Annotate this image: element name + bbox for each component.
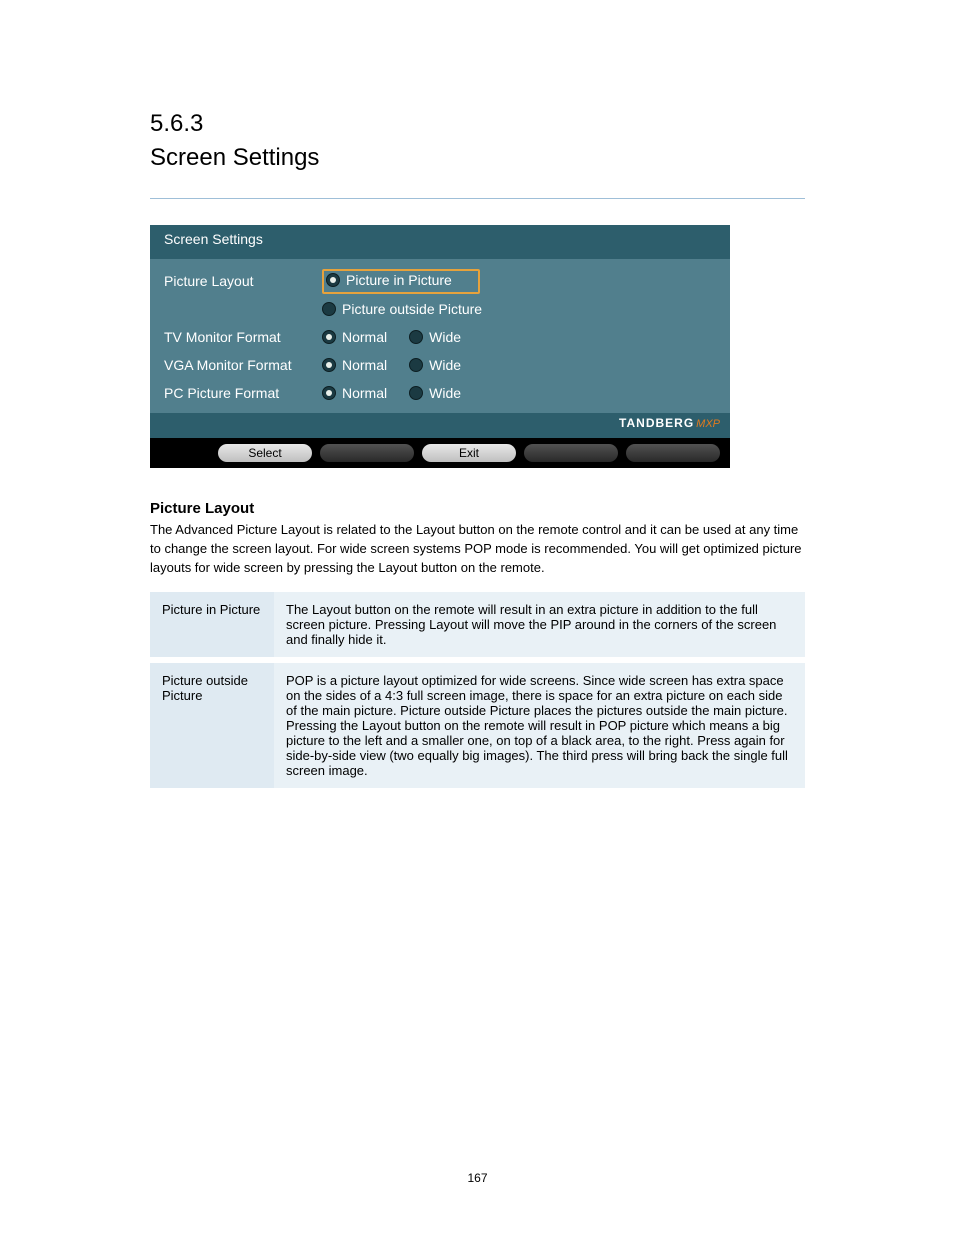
radio-dot-icon xyxy=(322,386,336,400)
screen-settings-screenshot: Screen Settings Picture Layout Picture i… xyxy=(150,225,730,468)
select-button[interactable]: Select xyxy=(218,444,312,462)
radio-label: Normal xyxy=(342,357,387,373)
button-bar: Select Exit xyxy=(150,438,730,468)
paragraph-picture-layout: The Advanced Picture Layout is related t… xyxy=(150,521,805,578)
radio-label: Picture outside Picture xyxy=(342,301,482,317)
setting-label-pc-picture-format: PC Picture Format xyxy=(164,385,322,401)
radio-dot-icon xyxy=(409,386,423,400)
radio-tv-wide[interactable]: Wide xyxy=(409,329,461,345)
radio-dot-icon xyxy=(409,358,423,372)
radio-dot-icon xyxy=(322,302,336,316)
page-number: 167 xyxy=(150,1171,805,1185)
radio-label: Wide xyxy=(429,357,461,373)
section-title: Screen Settings xyxy=(150,144,805,172)
section-number: 5.6.3 xyxy=(150,110,805,138)
radio-label: Normal xyxy=(342,385,387,401)
table-cell-desc: POP is a picture layout optimized for wi… xyxy=(274,660,805,791)
subheading-picture-layout: Picture Layout xyxy=(150,500,805,517)
radio-pc-wide[interactable]: Wide xyxy=(409,385,461,401)
table-cell-name: Picture outside Picture xyxy=(150,660,274,791)
radio-dot-icon xyxy=(409,330,423,344)
table-row: Picture outside Picture POP is a picture… xyxy=(150,660,805,791)
radio-picture-outside-picture[interactable]: Picture outside Picture xyxy=(322,301,482,317)
table-cell-desc: The Layout button on the remote will res… xyxy=(274,592,805,660)
setting-label-picture-layout: Picture Layout xyxy=(164,273,322,289)
radio-label: Wide xyxy=(429,385,461,401)
setting-label-vga-monitor-format: VGA Monitor Format xyxy=(164,357,322,373)
radio-dot-icon xyxy=(322,330,336,344)
radio-vga-normal[interactable]: Normal xyxy=(322,357,387,373)
brand-suffix: MXP xyxy=(696,418,720,430)
table-cell-name: Picture in Picture xyxy=(150,592,274,660)
radio-pc-normal[interactable]: Normal xyxy=(322,385,387,401)
dialog-title: Screen Settings xyxy=(150,225,730,259)
setting-label-tv-monitor-format: TV Monitor Format xyxy=(164,329,322,345)
table-row: Picture in Picture The Layout button on … xyxy=(150,592,805,660)
pill-empty xyxy=(524,444,618,462)
brand-name: TANDBERG xyxy=(619,416,694,430)
radio-dot-icon xyxy=(326,273,340,287)
radio-label: Picture in Picture xyxy=(346,272,452,288)
brand-bar: TANDBERGMXP xyxy=(150,413,730,438)
divider xyxy=(150,198,805,199)
pill-empty xyxy=(626,444,720,462)
radio-vga-wide[interactable]: Wide xyxy=(409,357,461,373)
radio-tv-normal[interactable]: Normal xyxy=(322,329,387,345)
radio-dot-icon xyxy=(322,358,336,372)
exit-button[interactable]: Exit xyxy=(422,444,516,462)
layout-modes-table: Picture in Picture The Layout button on … xyxy=(150,592,805,794)
pill-spacer xyxy=(160,444,210,462)
radio-picture-in-picture[interactable]: Picture in Picture xyxy=(326,272,452,288)
pill-empty xyxy=(320,444,414,462)
radio-label: Normal xyxy=(342,329,387,345)
radio-label: Wide xyxy=(429,329,461,345)
